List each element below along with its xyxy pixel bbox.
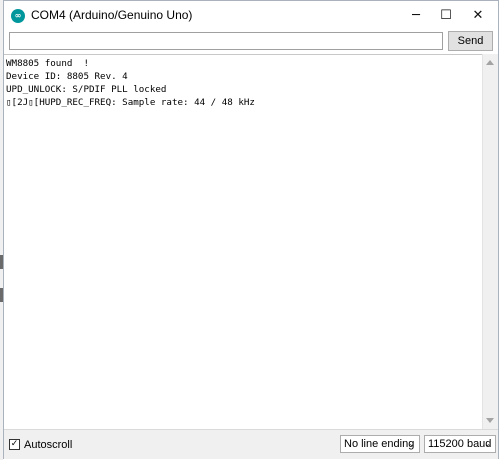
window-title: COM4 (Arduino/Genuino Uno)	[31, 8, 193, 22]
title-bar[interactable]: ∞ COM4 (Arduino/Genuino Uno) ─ ☐ ✕	[4, 1, 498, 31]
vertical-scrollbar[interactable]	[482, 54, 498, 429]
status-bar: ✓ Autoscroll No line ending ⌄ 115200 bau…	[4, 429, 498, 459]
arduino-icon: ∞	[11, 9, 25, 23]
baud-rate-select[interactable]: 115200 baud ⌄	[424, 435, 496, 453]
send-button[interactable]: Send	[448, 31, 493, 51]
autoscroll-checkbox[interactable]: ✓	[9, 439, 20, 450]
line-ending-select[interactable]: No line ending ⌄	[340, 435, 420, 453]
output-line: ▯[2J▯[HUPD_REC_FREQ: Sample rate: 44 / 4…	[6, 97, 255, 108]
chevron-down-icon: ⌄	[484, 439, 491, 448]
serial-input[interactable]	[9, 32, 443, 50]
line-ending-value: No line ending	[344, 438, 415, 450]
scroll-down-arrow-icon[interactable]	[486, 418, 494, 423]
autoscroll-label: Autoscroll	[24, 439, 73, 451]
output-line: UPD_UNLOCK: S/PDIF PLL locked	[6, 84, 167, 95]
scroll-up-arrow-icon[interactable]	[486, 60, 494, 65]
chevron-down-icon: ⌄	[408, 439, 415, 448]
output-line: WM8805 found !	[6, 58, 89, 69]
serial-output[interactable]: WM8805 found ! Device ID: 8805 Rev. 4 UP…	[4, 54, 484, 429]
serial-monitor-window: ∞ COM4 (Arduino/Genuino Uno) ─ ☐ ✕ Send …	[3, 0, 499, 459]
baud-rate-value: 115200 baud	[428, 438, 492, 450]
output-line: Device ID: 8805 Rev. 4	[6, 71, 128, 82]
maximize-button[interactable]: ☐	[429, 1, 463, 31]
send-row: Send	[4, 31, 498, 53]
minimize-button[interactable]: ─	[399, 1, 433, 31]
close-button[interactable]: ✕	[461, 1, 495, 31]
